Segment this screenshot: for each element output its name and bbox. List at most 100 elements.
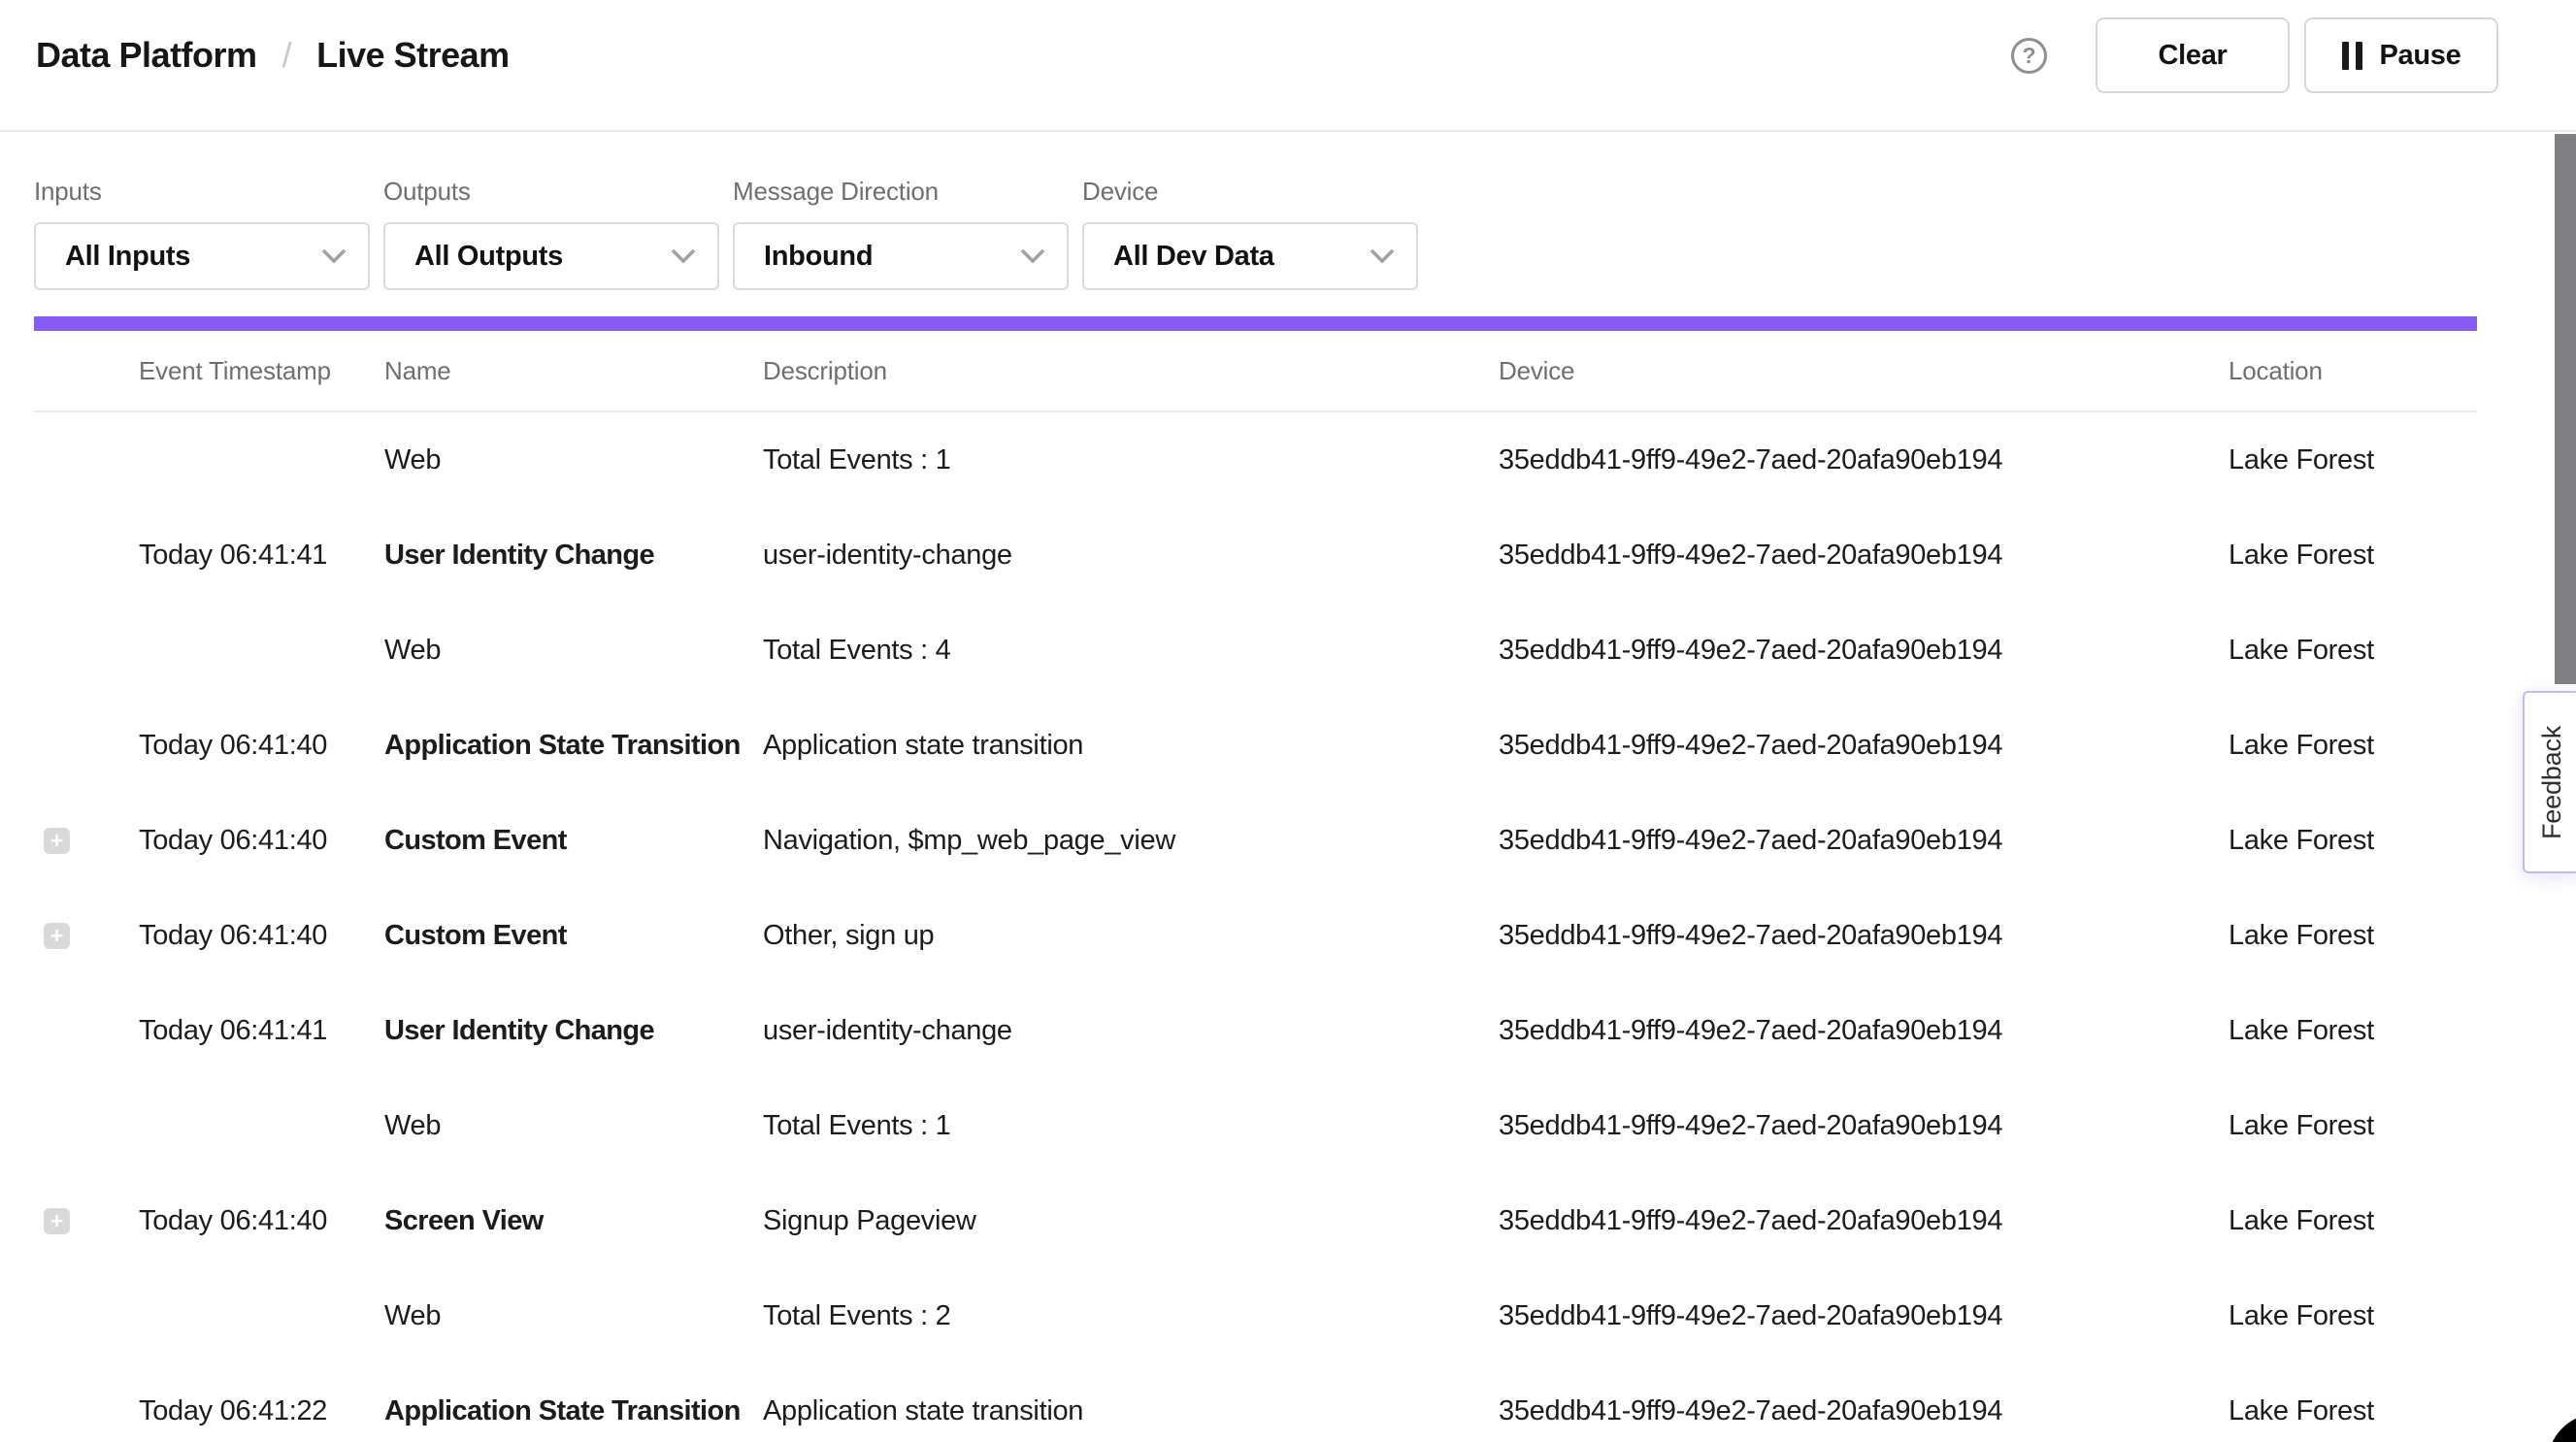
cell-event-timestamp: Today 06:41:40 bbox=[139, 825, 384, 857]
expand-cell: + bbox=[34, 923, 139, 949]
table-row[interactable]: WebTotal Events : 435eddb41-9ff9-49e2-7a… bbox=[34, 603, 2477, 698]
cell-device: 35eddb41-9ff9-49e2-7aed-20afa90eb194 bbox=[1499, 920, 2229, 952]
accent-divider bbox=[34, 316, 2477, 331]
cell-name: User Identity Change bbox=[384, 540, 763, 572]
cell-device: 35eddb41-9ff9-49e2-7aed-20afa90eb194 bbox=[1499, 635, 2229, 667]
page-header: Data Platform / Live Stream ? Clear Paus… bbox=[0, 0, 2576, 132]
breadcrumb-separator: / bbox=[282, 35, 292, 76]
chevron-down-icon bbox=[1020, 248, 1045, 264]
breadcrumb: Data Platform / Live Stream bbox=[36, 35, 510, 76]
cell-device: 35eddb41-9ff9-49e2-7aed-20afa90eb194 bbox=[1499, 1205, 2229, 1237]
expand-plus-icon[interactable]: + bbox=[44, 923, 70, 949]
cell-description: Other, sign up bbox=[763, 920, 1499, 952]
pause-button[interactable]: Pause bbox=[2304, 17, 2498, 93]
table-row[interactable]: WebTotal Events : 135eddb41-9ff9-49e2-7a… bbox=[34, 1078, 2477, 1173]
chat-bubble-partial[interactable] bbox=[2547, 1413, 2576, 1442]
cell-device: 35eddb41-9ff9-49e2-7aed-20afa90eb194 bbox=[1499, 1110, 2229, 1142]
outputs-dropdown-value: All Outputs bbox=[414, 241, 563, 273]
message-direction-dropdown-value: Inbound bbox=[764, 241, 873, 273]
filter-message-direction: Message Direction Inbound bbox=[733, 177, 1069, 290]
feedback-tab[interactable]: Feedback bbox=[2523, 691, 2576, 873]
cell-event-timestamp: Today 06:41:40 bbox=[139, 1205, 384, 1237]
chevron-down-icon bbox=[1370, 248, 1395, 264]
cell-event-timestamp: Today 06:41:40 bbox=[139, 730, 384, 762]
cell-name: Screen View bbox=[384, 1205, 763, 1237]
feedback-tab-label: Feedback bbox=[2537, 726, 2567, 839]
filter-outputs-label: Outputs bbox=[383, 177, 719, 207]
cell-description: Application state transition bbox=[763, 1395, 1499, 1427]
table-row[interactable]: Today 06:41:41User Identity Changeuser-i… bbox=[34, 508, 2477, 603]
table-header-device: Device bbox=[1499, 356, 2229, 386]
vertical-scrollbar[interactable] bbox=[2555, 134, 2576, 684]
table-row[interactable]: WebTotal Events : 235eddb41-9ff9-49e2-7a… bbox=[34, 1268, 2477, 1363]
table-header-event-timestamp: Event Timestamp bbox=[139, 356, 384, 386]
table-body: WebTotal Events : 135eddb41-9ff9-49e2-7a… bbox=[34, 412, 2477, 1442]
cell-description: Total Events : 1 bbox=[763, 444, 1499, 476]
pause-button-label: Pause bbox=[2380, 40, 2461, 72]
table-header-row: Event Timestamp Name Description Device … bbox=[34, 331, 2477, 412]
cell-description: Total Events : 4 bbox=[763, 635, 1499, 667]
cell-description: Total Events : 1 bbox=[763, 1110, 1499, 1142]
clear-button[interactable]: Clear bbox=[2096, 17, 2290, 93]
cell-name: Custom Event bbox=[384, 920, 763, 952]
cell-device: 35eddb41-9ff9-49e2-7aed-20afa90eb194 bbox=[1499, 540, 2229, 572]
table-row[interactable]: Today 06:41:22Application State Transiti… bbox=[34, 1363, 2477, 1442]
chevron-down-icon bbox=[671, 248, 696, 264]
cell-device: 35eddb41-9ff9-49e2-7aed-20afa90eb194 bbox=[1499, 730, 2229, 762]
table-row[interactable]: + Today 06:41:40Custom EventNavigation, $… bbox=[34, 793, 2477, 888]
outputs-dropdown[interactable]: All Outputs bbox=[383, 222, 719, 290]
pause-icon bbox=[2342, 42, 2362, 70]
cell-device: 35eddb41-9ff9-49e2-7aed-20afa90eb194 bbox=[1499, 1300, 2229, 1332]
chevron-down-icon bbox=[321, 248, 347, 264]
inputs-dropdown[interactable]: All Inputs bbox=[34, 222, 370, 290]
cell-event-timestamp: Today 06:41:22 bbox=[139, 1395, 384, 1427]
device-dropdown-value: All Dev Data bbox=[1113, 241, 1274, 273]
cell-location: Lake Forest bbox=[2229, 635, 2477, 667]
cell-description: user-identity-change bbox=[763, 1015, 1499, 1047]
inputs-dropdown-value: All Inputs bbox=[65, 241, 190, 273]
table-row[interactable]: WebTotal Events : 135eddb41-9ff9-49e2-7a… bbox=[34, 412, 2477, 508]
cell-location: Lake Forest bbox=[2229, 1110, 2477, 1142]
cell-name: Web bbox=[384, 1300, 763, 1332]
filter-device: Device All Dev Data bbox=[1082, 177, 1418, 290]
device-dropdown[interactable]: All Dev Data bbox=[1082, 222, 1418, 290]
message-direction-dropdown[interactable]: Inbound bbox=[733, 222, 1069, 290]
table-row[interactable]: + Today 06:41:40Screen ViewSignup Pagevie… bbox=[34, 1173, 2477, 1268]
expand-plus-icon[interactable]: + bbox=[44, 828, 70, 854]
help-icon[interactable]: ? bbox=[2011, 38, 2047, 74]
cell-device: 35eddb41-9ff9-49e2-7aed-20afa90eb194 bbox=[1499, 1395, 2229, 1427]
cell-description: user-identity-change bbox=[763, 540, 1499, 572]
cell-name: Web bbox=[384, 1110, 763, 1142]
cell-event-timestamp: Today 06:41:41 bbox=[139, 540, 384, 572]
cell-name: Application State Transition bbox=[384, 730, 763, 762]
cell-device: 35eddb41-9ff9-49e2-7aed-20afa90eb194 bbox=[1499, 444, 2229, 476]
filter-bar: Inputs All Inputs Outputs All Outputs Me… bbox=[0, 132, 2576, 290]
cell-description: Navigation, $mp_web_page_view bbox=[763, 825, 1499, 857]
cell-name: Web bbox=[384, 444, 763, 476]
cell-location: Lake Forest bbox=[2229, 1205, 2477, 1237]
breadcrumb-data-platform[interactable]: Data Platform bbox=[36, 35, 257, 76]
table-header-location: Location bbox=[2229, 356, 2477, 386]
filter-inputs: Inputs All Inputs bbox=[34, 177, 370, 290]
cell-name: Custom Event bbox=[384, 825, 763, 857]
table-row[interactable]: Today 06:41:41User Identity Changeuser-i… bbox=[34, 983, 2477, 1078]
cell-name: Application State Transition bbox=[384, 1395, 763, 1427]
expand-plus-icon[interactable]: + bbox=[44, 1208, 70, 1234]
cell-name: Web bbox=[384, 635, 763, 667]
cell-description: Signup Pageview bbox=[763, 1205, 1499, 1237]
table-header-description: Description bbox=[763, 356, 1499, 386]
cell-device: 35eddb41-9ff9-49e2-7aed-20afa90eb194 bbox=[1499, 825, 2229, 857]
cell-event-timestamp: Today 06:41:41 bbox=[139, 1015, 384, 1047]
cell-name: User Identity Change bbox=[384, 1015, 763, 1047]
expand-cell: + bbox=[34, 1208, 139, 1234]
table-row[interactable]: Today 06:41:40Application State Transiti… bbox=[34, 698, 2477, 793]
cell-location: Lake Forest bbox=[2229, 920, 2477, 952]
cell-device: 35eddb41-9ff9-49e2-7aed-20afa90eb194 bbox=[1499, 1015, 2229, 1047]
clear-button-label: Clear bbox=[2158, 40, 2227, 72]
expand-cell: + bbox=[34, 828, 139, 854]
cell-location: Lake Forest bbox=[2229, 540, 2477, 572]
live-stream-table: Event Timestamp Name Description Device … bbox=[34, 331, 2477, 1442]
filter-device-label: Device bbox=[1082, 177, 1418, 207]
cell-location: Lake Forest bbox=[2229, 1300, 2477, 1332]
table-row[interactable]: +Today 06:41:40Custom EventOther, sign u… bbox=[34, 888, 2477, 983]
